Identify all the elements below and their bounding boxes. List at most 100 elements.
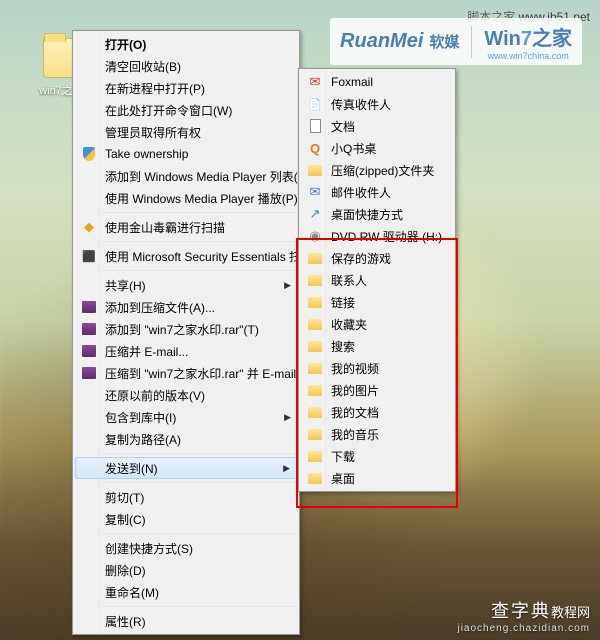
menu-item[interactable]: 清空回收站(B) — [75, 55, 297, 77]
menu-item[interactable]: 共享(H) ▶ — [75, 274, 297, 296]
menu-item[interactable]: 剪切(T) — [75, 486, 297, 508]
menu-item-label: 共享(H) — [105, 277, 146, 294]
menu-item-label: 压缩到 "win7之家水印.rar" 并 E-mail — [105, 365, 296, 382]
menu-separator — [103, 453, 296, 454]
menu-item-label: 添加到压缩文件(A)... — [105, 299, 215, 316]
folder-icon — [307, 338, 323, 354]
menu-item[interactable]: 桌面 — [301, 467, 453, 489]
menu-item[interactable]: 添加到压缩文件(A)... — [75, 296, 297, 318]
menu-item[interactable]: 在新进程中打开(P) — [75, 77, 297, 99]
menu-item-label: 我的音乐 — [331, 426, 379, 443]
submenu-arrow-icon: ▶ — [284, 412, 291, 423]
context-menu-sendto: ✉Foxmail📄传真收件人文档Q小Q书桌压缩(zipped)文件夹 ✉邮件收件人… — [298, 68, 456, 492]
menu-item[interactable]: 我的文档 — [301, 401, 453, 423]
menu-item[interactable]: 我的图片 — [301, 379, 453, 401]
menu-item[interactable]: 添加到 "win7之家水印.rar"(T) — [75, 318, 297, 340]
menu-item-label: 小Q书桌 — [331, 140, 376, 157]
menu-item[interactable]: 收藏夹 — [301, 313, 453, 335]
menu-item[interactable]: 下载 — [301, 445, 453, 467]
archive-icon — [81, 343, 97, 359]
zip-icon — [307, 162, 323, 178]
menu-item[interactable]: 压缩(zipped)文件夹 — [301, 159, 453, 181]
menu-item-label: 桌面 — [331, 470, 355, 487]
menu-item-label: 创建快捷方式(S) — [105, 540, 193, 557]
folder-icon — [307, 250, 323, 266]
mse-icon: ⬛ — [81, 248, 97, 264]
antivirus-icon: ◆ — [81, 219, 97, 235]
menu-item[interactable]: ✉邮件收件人 — [301, 181, 453, 203]
menu-item[interactable]: 压缩并 E-mail... — [75, 340, 297, 362]
menu-item[interactable]: ◆ 使用金山毒霸进行扫描 — [75, 216, 297, 238]
folder-icon — [307, 272, 323, 288]
menu-item[interactable]: ⬛使用 Microsoft Security Essentials 扫描... — [75, 245, 297, 267]
menu-item[interactable]: 删除(D) — [75, 559, 297, 581]
menu-item[interactable]: 在此处打开命令窗口(W) — [75, 99, 297, 121]
menu-item-label: 我的文档 — [331, 404, 379, 421]
archive-icon — [81, 365, 97, 381]
menu-item-label: 搜索 — [331, 338, 355, 355]
menu-item[interactable]: 📄传真收件人 — [301, 93, 453, 115]
mail-icon: ✉ — [307, 184, 323, 200]
menu-item[interactable]: 打开(O) — [75, 33, 297, 55]
archive-icon — [81, 299, 97, 315]
menu-item-label: 管理员取得所有权 — [105, 124, 201, 141]
folder-icon — [307, 426, 323, 442]
menu-item-label: 保存的游戏 — [331, 250, 391, 267]
menu-item[interactable]: 我的视频 — [301, 357, 453, 379]
menu-item-label: 收藏夹 — [331, 316, 367, 333]
menu-item[interactable]: 添加到 Windows Media Player 列表(A) — [75, 165, 297, 187]
menu-item-label: 使用金山毒霸进行扫描 — [105, 219, 225, 236]
menu-item-label: 复制为路径(A) — [105, 431, 181, 448]
ruanmei-logo: RuanMei — [340, 30, 423, 53]
menu-item-label: 还原以前的版本(V) — [105, 387, 205, 404]
menu-item[interactable]: 我的音乐 — [301, 423, 453, 445]
menu-item[interactable]: 保存的游戏 — [301, 247, 453, 269]
folder-icon — [307, 316, 323, 332]
menu-item[interactable]: Q小Q书桌 — [301, 137, 453, 159]
menu-item[interactable]: 联系人 — [301, 269, 453, 291]
menu-item[interactable]: 复制为路径(A) — [75, 428, 297, 450]
menu-item-label: 删除(D) — [105, 562, 146, 579]
menu-item-label: 使用 Microsoft Security Essentials 扫描... — [105, 248, 323, 265]
menu-item-label: 压缩并 E-mail... — [105, 343, 188, 360]
menu-item[interactable]: 复制(C) — [75, 508, 297, 530]
menu-item[interactable]: ↗ 桌面快捷方式 — [301, 203, 453, 225]
menu-item-label: 桌面快捷方式 — [331, 206, 403, 223]
menu-item-label: 压缩(zipped)文件夹 — [331, 162, 434, 179]
folder-icon — [307, 382, 323, 398]
menu-item[interactable]: 创建快捷方式(S) — [75, 537, 297, 559]
menu-item[interactable]: ◉DVD RW 驱动器 (H:) — [301, 225, 453, 247]
menu-item-label: 添加到 Windows Media Player 列表(A) — [105, 168, 310, 185]
menu-separator — [103, 533, 296, 534]
submenu-arrow-icon: ▶ — [284, 280, 291, 291]
folder-icon — [307, 360, 323, 376]
menu-item[interactable]: 管理员取得所有权 — [75, 121, 297, 143]
menu-item[interactable]: 还原以前的版本(V) — [75, 384, 297, 406]
menu-item-label: 剪切(T) — [105, 489, 144, 506]
menu-item-label: 发送到(N) — [105, 460, 158, 477]
menu-item[interactable]: 链接 — [301, 291, 453, 313]
menu-item-label: 包含到库中(I) — [105, 409, 176, 426]
menu-separator — [103, 212, 296, 213]
menu-item-label: 下载 — [331, 448, 355, 465]
shortcut-icon: ↗ — [307, 206, 323, 222]
menu-item[interactable]: ✉Foxmail — [301, 71, 453, 93]
archive-icon — [81, 321, 97, 337]
menu-item-label: 重命名(M) — [105, 584, 159, 601]
menu-item[interactable]: 使用 Windows Media Player 播放(P) — [75, 187, 297, 209]
menu-item[interactable]: 包含到库中(I) ▶ — [75, 406, 297, 428]
context-menu-primary: 打开(O)清空回收站(B) 在新进程中打开(P) 在此处打开命令窗口(W) 管理员取得… — [72, 30, 300, 635]
menu-item[interactable]: 压缩到 "win7之家水印.rar" 并 E-mail — [75, 362, 297, 384]
menu-item[interactable]: 发送到(N) ▶ — [75, 457, 297, 479]
submenu-arrow-icon: ▶ — [283, 463, 290, 474]
folder-icon — [307, 470, 323, 486]
menu-item-label: DVD RW 驱动器 (H:) — [331, 228, 442, 245]
menu-item[interactable]: 属性(R) — [75, 610, 297, 632]
menu-item[interactable]: 文档 — [301, 115, 453, 137]
menu-separator — [103, 241, 296, 242]
menu-item[interactable]: 搜索 — [301, 335, 453, 357]
shield-icon — [81, 146, 97, 162]
menu-item[interactable]: 重命名(M) — [75, 581, 297, 603]
menu-item-label: 在新进程中打开(P) — [105, 80, 205, 97]
menu-item[interactable]: Take ownership — [75, 143, 297, 165]
